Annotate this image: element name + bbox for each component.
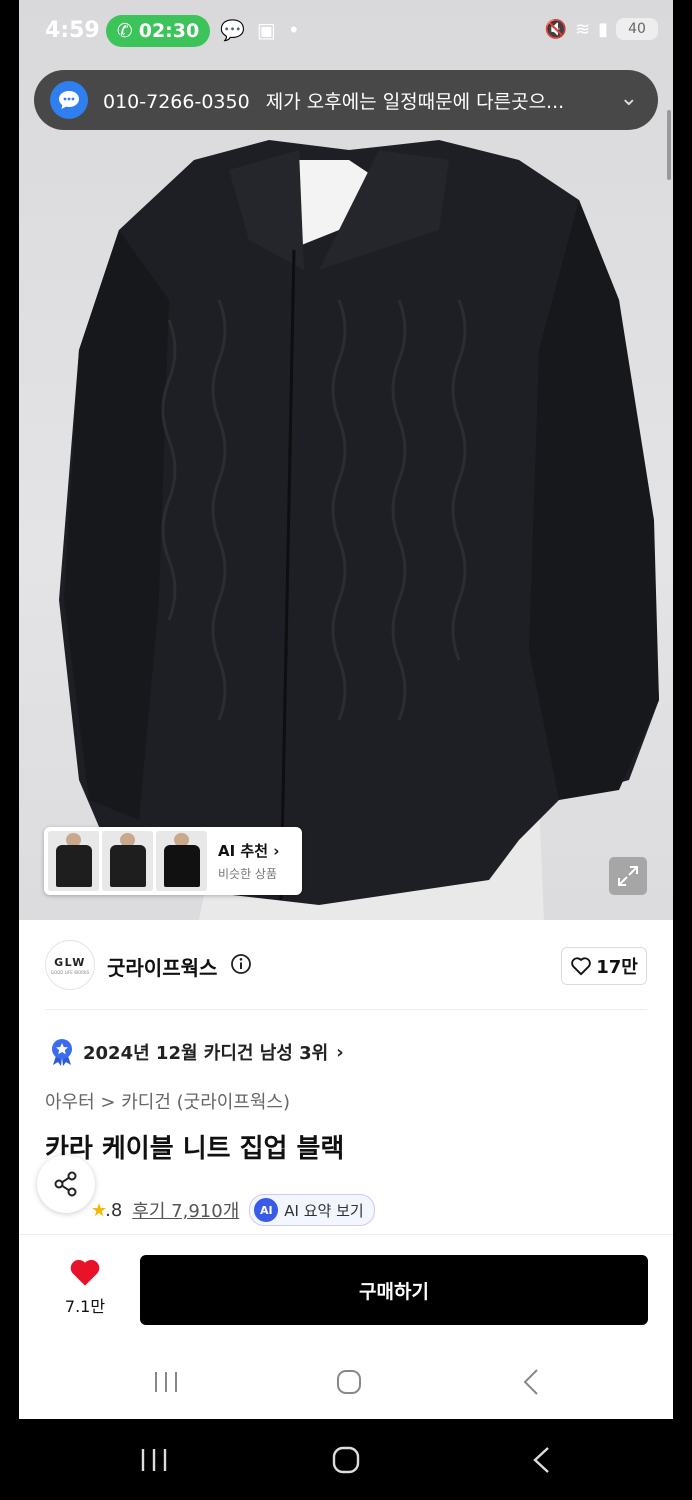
ai-reco-label[interactable]: AI 추천 › 비슷한 상품 [218,840,279,882]
clock: 4:59 [45,18,100,43]
chevron-right-icon: › [336,1041,344,1063]
brand-logo-sub: GOOD LIFE WORKS [50,969,90,975]
ai-recommend-strip[interactable]: AI 추천 › 비슷한 상품 [44,827,302,895]
call-timer: 02:30 [138,20,200,42]
back-icon[interactable] [530,1445,552,1475]
ai-badge-icon: AI [254,1198,279,1222]
phone-icon: ✆ [116,20,133,42]
heart-filled-icon [70,1259,100,1286]
screenshot-icon: ▣ [256,18,276,42]
recent-apps-icon[interactable] [140,1447,168,1473]
rating-row: ★ .8 후기 7,910개 AI AI 요약 보기 [45,1194,375,1226]
chevron-down-icon[interactable]: ⌄ [620,86,638,111]
brand-logo[interactable]: GLW GOOD LIFE WORKS [45,940,95,990]
rating-score: .8 [105,1199,123,1221]
ai-reco-subtitle: 비슷한 상품 [218,867,278,881]
ranking-medal-icon [52,1039,72,1066]
product-photo [59,140,659,920]
chat-icon [50,81,88,119]
brand-like-count: 17만 [596,957,638,978]
ranking-text: 2024년 12월 카디건 남성 3위 [83,1043,329,1064]
ai-summary-button[interactable]: AI AI 요약 보기 [249,1194,375,1226]
brand-row[interactable]: GLW GOOD LIFE WORKS 굿라이프웍스 17만 [45,938,647,994]
brand-logo-text: GLW [54,955,86,969]
status-icons-left: 💬 ▣ • [220,18,300,42]
wifi-icon: ≋ [575,18,591,40]
info-icon[interactable] [230,953,252,975]
message-notification[interactable]: 010-7266-0350 제가 오후에는 일정때문에 다른곳으... ⌄ [34,70,658,130]
mute-icon: 🔇 [544,18,567,40]
bottom-action-bar: 7.1만 구매하기 [19,1234,673,1347]
wish-count: 7.1만 [64,1297,106,1316]
expand-icon [618,866,638,886]
ai-summary-label: AI 요약 보기 [284,1201,364,1220]
inner-navigation-bar [19,1346,673,1419]
chevron-right-icon: › [273,842,280,860]
brand-like-button[interactable]: 17만 [561,947,647,985]
home-icon[interactable] [335,1368,363,1396]
system-navigation-bar [0,1419,692,1500]
notification-text: 010-7266-0350 제가 오후에는 일정때문에 다른곳으... [103,87,593,114]
message-icon: 💬 [220,18,245,42]
review-count-link[interactable]: 후기 7,910개 [132,1197,239,1223]
ai-reco-title: AI 추천 [218,842,269,860]
product-title: 카라 케이블 니트 집업 블랙 [45,1134,345,1164]
back-icon[interactable] [521,1368,541,1396]
heart-outline-icon [571,957,591,976]
notification-message: 제가 오후에는 일정때문에 다른곳으... [265,90,565,113]
share-button[interactable] [37,1155,95,1213]
recommend-thumb[interactable] [102,831,153,891]
battery-level: 40 [628,21,646,37]
recent-apps-icon[interactable] [153,1370,179,1394]
product-image[interactable]: AI 추천 › 비슷한 상품 [19,0,673,920]
category-breadcrumb[interactable]: 아우터 > 카디건 (굿라이프웍스) [45,1088,290,1114]
status-icons-right: 🔇 ≋ ▮ 40 [545,18,658,40]
share-icon [54,1171,77,1197]
ranking-badge-row[interactable]: 2024년 12월 카디건 남성 3위 › [49,1038,344,1066]
home-icon[interactable] [331,1445,361,1475]
scroll-indicator [667,110,671,180]
recommend-thumb[interactable] [48,831,99,891]
divider [45,1009,647,1010]
recommend-thumb[interactable] [156,831,207,891]
status-bar: 4:59 ✆ 02:30 💬 ▣ • 🔇 ≋ ▮ 40 [0,0,692,64]
notification-sender: 010-7266-0350 [103,90,250,113]
brand-name[interactable]: 굿라이프웍스 [107,952,217,981]
expand-button[interactable] [609,857,647,895]
battery-icon: 40 [616,18,658,40]
wish-button[interactable]: 7.1만 [55,1257,115,1317]
ongoing-call-pill[interactable]: ✆ 02:30 [106,15,210,47]
buy-button[interactable]: 구매하기 [140,1255,648,1325]
app-screen: AI 추천 › 비슷한 상품 GLW GOOD LIFE WORKS 굿라이프웍… [19,0,673,1419]
more-dot-icon: • [287,18,300,42]
signal-icon: ▮ [598,18,608,40]
